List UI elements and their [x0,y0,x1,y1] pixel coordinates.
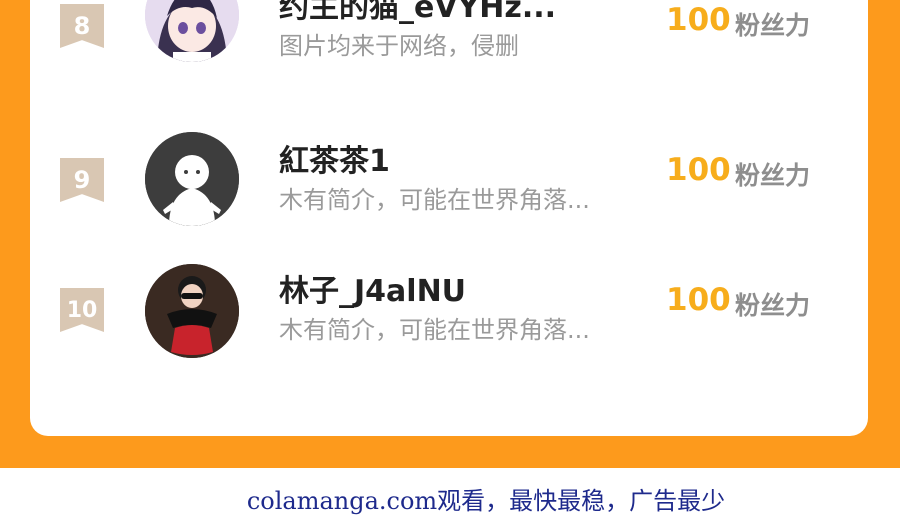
score-value: 100 [666,152,731,188]
user-bio: 木有简介，可能在世界角落... [279,186,590,214]
doll-photo-avatar-image [145,264,239,358]
user-bio: 木有简介，可能在世界角落... [279,316,590,344]
watermark-text: colamanga.com观看，最快最稳，广告最少 [246,486,726,515]
avatar[interactable] [145,264,239,358]
score-value: 100 [666,282,731,318]
score-unit: 粉丝力 [735,11,811,40]
avatar[interactable] [145,132,239,226]
rank-badge: 10 [60,288,104,332]
rank-badge: 9 [60,158,104,202]
anime-girl-avatar-image [145,0,239,62]
user-bio: 图片均来于网络，侵删 [279,32,519,60]
ranking-row[interactable]: 9 紅茶茶1 木有简介，可能在世界角落... 100 粉丝力 [30,128,868,248]
user-name[interactable]: 林子_J4alNU [279,266,466,310]
score-unit: 粉丝力 [735,291,811,320]
rank-badge: 8 [60,4,104,48]
ranking-row[interactable]: 8 约主的猫_eVYHz... 图片均来于网络，侵删 100 粉丝力 [30,0,868,94]
default-ghost-avatar-image [145,132,239,226]
user-name[interactable]: 紅茶茶1 [279,136,390,180]
ranking-row[interactable]: 10 林子_J4alNU 木有简介，可能在世界角落... 100 粉丝力 [30,264,868,402]
user-name[interactable]: 约主的猫_eVYHz... [279,0,556,26]
fan-ranking-card: 8 约主的猫_eVYHz... 图片均来于网络，侵删 100 粉丝力 9 紅茶茶… [30,0,868,436]
avatar[interactable] [145,0,239,62]
watermark-footer: colamanga.com观看，最快最稳，广告最少 [0,468,900,528]
score-unit: 粉丝力 [735,161,811,190]
score-value: 100 [666,2,731,38]
